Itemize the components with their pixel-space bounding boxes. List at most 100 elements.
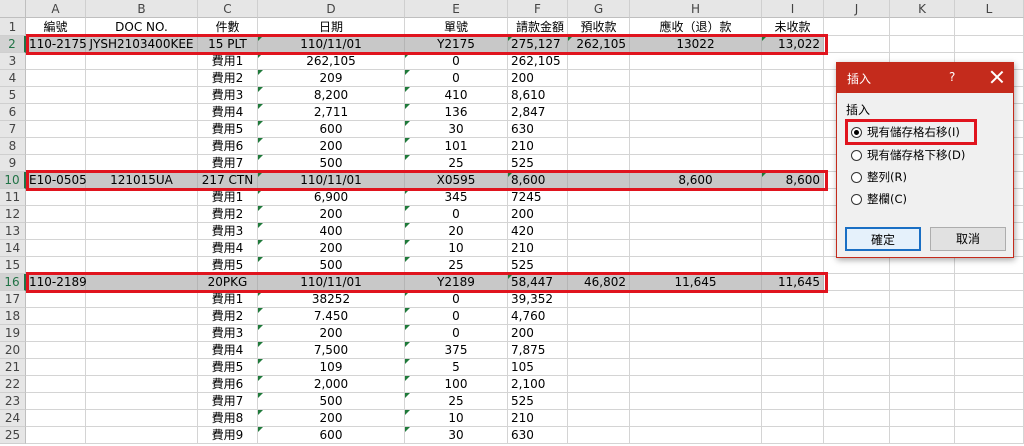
cell-e[interactable]: 30 <box>405 121 508 138</box>
row-header[interactable]: 13 <box>0 223 26 240</box>
cell-f[interactable]: 4,760 <box>508 308 568 325</box>
cell-e[interactable]: 345 <box>405 189 508 206</box>
cell-b[interactable] <box>86 376 198 393</box>
cell-b[interactable] <box>86 291 198 308</box>
empty-cell[interactable] <box>955 257 1024 274</box>
cell-g[interactable] <box>568 410 630 427</box>
radio-icon[interactable] <box>851 149 862 161</box>
cell-h[interactable] <box>630 87 762 104</box>
cell-d[interactable]: 500 <box>258 257 405 274</box>
cell-a[interactable] <box>26 53 86 70</box>
cell-h[interactable]: 13022 <box>630 36 762 53</box>
row-header[interactable]: 22 <box>0 376 26 393</box>
cell-a[interactable] <box>26 325 86 342</box>
ok-button[interactable]: 確定 <box>845 227 921 251</box>
row-header[interactable]: 14 <box>0 240 26 257</box>
empty-cell[interactable] <box>955 393 1024 410</box>
cell-f[interactable]: 200 <box>508 325 568 342</box>
empty-cell[interactable] <box>955 291 1024 308</box>
radio-icon[interactable] <box>851 193 862 205</box>
cell-f[interactable]: 525 <box>508 155 568 172</box>
cell-f[interactable]: 420 <box>508 223 568 240</box>
cell-a[interactable] <box>26 223 86 240</box>
cell-b[interactable]: 121015UA <box>86 172 198 189</box>
cell-c[interactable]: 費用3 <box>198 87 258 104</box>
cell-c[interactable]: 費用2 <box>198 70 258 87</box>
empty-cell[interactable] <box>824 427 890 444</box>
cell-d[interactable]: 500 <box>258 155 405 172</box>
cell-d[interactable]: 400 <box>258 223 405 240</box>
cell-f[interactable]: 2,847 <box>508 104 568 121</box>
cell-b[interactable]: JYSH2103400KEE <box>86 36 198 53</box>
cell-a[interactable] <box>26 104 86 121</box>
cell-e[interactable]: 0 <box>405 291 508 308</box>
row-header[interactable]: 10 <box>0 172 26 189</box>
cell-a[interactable]: E10-0505 <box>26 172 87 189</box>
cell-d[interactable]: 7.450 <box>258 308 405 325</box>
cell-e[interactable]: 10 <box>405 410 508 427</box>
cell-b[interactable] <box>86 155 198 172</box>
row-header[interactable]: 8 <box>0 138 26 155</box>
cell-i[interactable] <box>762 87 824 104</box>
cell-e[interactable]: 136 <box>405 104 508 121</box>
column-header-b[interactable]: B <box>86 0 198 18</box>
cell-a[interactable] <box>26 393 86 410</box>
cell-i[interactable] <box>762 393 824 410</box>
empty-cell[interactable] <box>890 308 955 325</box>
cell-i[interactable] <box>762 240 824 257</box>
cell-i[interactable] <box>762 376 824 393</box>
cell-g[interactable] <box>568 325 630 342</box>
select-all-corner[interactable] <box>0 0 26 18</box>
cell-d[interactable]: 6,900 <box>258 189 405 206</box>
cell-e[interactable]: 25 <box>405 393 508 410</box>
cell-g[interactable] <box>568 308 630 325</box>
cell-b[interactable] <box>86 223 198 240</box>
empty-cell[interactable] <box>824 308 890 325</box>
empty-cell[interactable] <box>824 257 890 274</box>
cell-i[interactable] <box>762 53 824 70</box>
cell-d[interactable]: 600 <box>258 121 405 138</box>
empty-cell[interactable] <box>890 257 955 274</box>
cell-h[interactable] <box>630 223 762 240</box>
cell-i[interactable] <box>762 427 824 444</box>
cell-g[interactable] <box>568 342 630 359</box>
cell-h[interactable]: 11,645 <box>630 274 762 291</box>
cell-g[interactable] <box>568 189 630 206</box>
cell-e[interactable]: 101 <box>405 138 508 155</box>
cell-f[interactable]: 105 <box>508 359 568 376</box>
cell-g[interactable] <box>568 291 630 308</box>
cell-h[interactable] <box>630 393 762 410</box>
column-header-f[interactable]: F <box>508 0 568 18</box>
empty-cell[interactable] <box>955 342 1024 359</box>
column-header-d[interactable]: D <box>258 0 405 18</box>
row-header[interactable]: 4 <box>0 70 26 87</box>
cell-h[interactable] <box>630 240 762 257</box>
help-button[interactable]: ? <box>949 70 955 84</box>
cell-g[interactable] <box>568 121 630 138</box>
cell-g[interactable] <box>568 104 630 121</box>
empty-cell[interactable] <box>955 308 1024 325</box>
cell-c[interactable]: 費用1 <box>198 53 258 70</box>
cell-h[interactable] <box>630 155 762 172</box>
cell-e[interactable]: 10 <box>405 240 508 257</box>
cell-g[interactable] <box>568 138 630 155</box>
cell-i[interactable] <box>762 359 824 376</box>
cell-d[interactable]: 110/11/01 <box>258 172 405 189</box>
cell-a[interactable] <box>26 240 86 257</box>
cell-e[interactable]: 0 <box>405 70 508 87</box>
row-header[interactable]: 9 <box>0 155 26 172</box>
cell-b[interactable] <box>86 393 198 410</box>
empty-cell[interactable] <box>890 359 955 376</box>
cell-i[interactable] <box>762 155 824 172</box>
cell-g[interactable] <box>568 240 630 257</box>
empty-cell[interactable] <box>824 359 890 376</box>
cell-a[interactable] <box>26 70 86 87</box>
cell-h[interactable] <box>630 342 762 359</box>
column-label-cell[interactable]: 件數 <box>198 18 258 36</box>
cell-f[interactable]: 200 <box>508 206 568 223</box>
cell-c[interactable]: 費用2 <box>198 206 258 223</box>
cell-d[interactable]: 600 <box>258 427 405 444</box>
cell-c[interactable]: 20PKG <box>198 274 258 291</box>
cancel-button[interactable]: 取消 <box>930 227 1006 251</box>
empty-cell[interactable] <box>955 359 1024 376</box>
